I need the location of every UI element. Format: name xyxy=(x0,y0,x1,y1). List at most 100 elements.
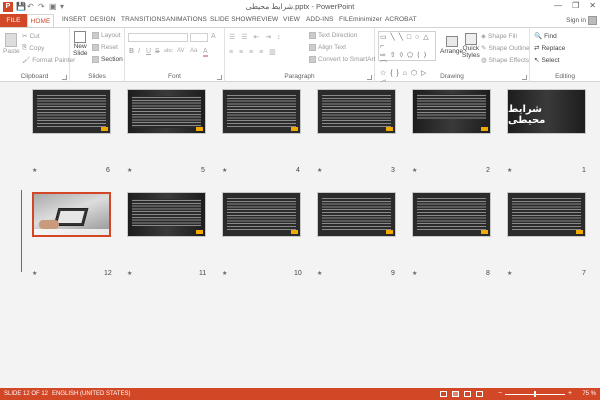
align-text-button[interactable]: Align Text xyxy=(309,44,346,51)
slide-thumbnail-1[interactable]: شرایط محیطی xyxy=(507,89,586,134)
clipboard-label: Clipboard xyxy=(20,73,49,80)
paragraph-label: Paragraph xyxy=(284,73,315,80)
sign-in-link[interactable]: Sign in xyxy=(566,17,586,24)
arrange-button[interactable]: Arrange xyxy=(440,36,463,55)
bold-button[interactable]: B xyxy=(129,48,134,55)
slide-number-9: 9 xyxy=(391,270,395,277)
slides-label: Slides xyxy=(88,73,106,80)
status-bar: SLIDE 12 OF 12 ENGLISH (UNITED STATES) −… xyxy=(0,388,600,400)
slide-show-view-icon[interactable] xyxy=(476,391,483,397)
zoom-slider-thumb[interactable] xyxy=(534,391,536,397)
slide-thumbnail-9[interactable] xyxy=(317,192,396,237)
cut-button[interactable]: ✂ Cut xyxy=(22,32,40,41)
quick-styles-button[interactable]: Quick Styles xyxy=(462,33,480,59)
font-size-combo[interactable] xyxy=(190,33,208,42)
tab-add-ins[interactable]: ADD-INS xyxy=(306,16,333,23)
slide-thumbnail-3[interactable] xyxy=(317,89,396,134)
strikethrough-button[interactable]: S xyxy=(155,48,160,55)
language-indicator[interactable]: ENGLISH (UNITED STATES) xyxy=(52,391,130,397)
change-case-button[interactable]: Aa xyxy=(190,48,197,54)
character-spacing-button[interactable]: AV xyxy=(177,48,185,54)
copy-button[interactable]: ⎘ Copy xyxy=(22,44,44,52)
slide-thumbnail-8[interactable] xyxy=(412,192,491,237)
list-buttons[interactable]: ☰ ☰ ⇤ ⇥ ↕ xyxy=(229,33,283,41)
transition-marker-10: ★ xyxy=(222,271,228,277)
slide-logo-icon xyxy=(386,127,393,131)
restore-button[interactable]: ❐ xyxy=(572,1,579,10)
format-painter-button[interactable]: 🖌 Format Painter xyxy=(22,56,76,65)
transition-marker-7: ★ xyxy=(507,271,513,277)
section-button[interactable]: Section xyxy=(92,56,123,63)
tab-slide-show[interactable]: SLIDE SHOW xyxy=(210,16,252,23)
paste-button[interactable]: Paste xyxy=(3,33,20,55)
transition-marker-5: ★ xyxy=(127,168,133,174)
close-button[interactable]: ✕ xyxy=(589,1,596,10)
shape-effects-button[interactable]: ◍ Shape Effects xyxy=(481,56,529,65)
select-button[interactable]: ↖ Select xyxy=(534,56,560,65)
drawing-dialog-launcher[interactable] xyxy=(522,75,527,80)
tab-acrobat[interactable]: ACROBAT xyxy=(385,16,417,23)
tab-home[interactable]: HOME xyxy=(27,14,54,27)
clipboard-group: Paste ✂ Cut ⎘ Copy 🖌 Format Painter Clipboa… xyxy=(0,28,75,82)
slide-thumbnail-12[interactable] xyxy=(32,192,111,237)
paragraph-dialog-launcher[interactable] xyxy=(367,75,372,80)
paste-label: Paste xyxy=(3,48,20,55)
new-slide-button[interactable]: New Slide xyxy=(73,31,87,57)
reading-view-icon[interactable] xyxy=(464,391,471,397)
slide-number-4: 4 xyxy=(296,167,300,174)
underline-button[interactable]: U xyxy=(146,48,151,55)
tab-view[interactable]: VIEW xyxy=(283,16,300,23)
new-slide-icon xyxy=(74,31,87,43)
text-direction-label: Text Direction xyxy=(318,32,358,39)
tab-transitions[interactable]: TRANSITIONS xyxy=(121,16,166,23)
reset-button[interactable]: Reset xyxy=(92,44,118,51)
slide-thumbnail-4[interactable] xyxy=(222,89,301,134)
zoom-in-button[interactable]: + xyxy=(568,390,572,397)
zoom-out-button[interactable]: − xyxy=(498,390,502,397)
account-avatar[interactable] xyxy=(588,16,597,25)
slide-thumbnail-2[interactable] xyxy=(412,89,491,134)
tab-design[interactable]: DESIGN xyxy=(90,16,116,23)
text-direction-button[interactable]: Text Direction xyxy=(309,32,357,39)
slide-thumbnail-5[interactable] xyxy=(127,89,206,134)
font-group: A B I U S abc AV Aa A Font xyxy=(125,28,225,82)
pencil-icon: ✎ xyxy=(481,45,487,52)
font-dialog-launcher[interactable] xyxy=(217,75,222,80)
slide-sorter-view-icon[interactable] xyxy=(452,391,459,397)
shadow-button[interactable]: abc xyxy=(164,48,173,54)
tab-insert[interactable]: INSERT xyxy=(62,16,86,23)
replace-button[interactable]: ⇄ Replace xyxy=(534,44,565,53)
italic-button[interactable]: I xyxy=(138,48,140,55)
slide-thumbnail-11[interactable] xyxy=(127,192,206,237)
smartart-label: Convert to SmartArt xyxy=(318,56,376,63)
slide-thumbnail-7[interactable] xyxy=(507,192,586,237)
tab-file[interactable]: FILE xyxy=(0,14,27,27)
minimize-button[interactable]: — xyxy=(554,1,562,10)
slide-thumbnail-6[interactable] xyxy=(32,89,111,134)
slide-number-10: 10 xyxy=(294,270,302,277)
slide-logo-icon xyxy=(386,230,393,234)
alignment-buttons[interactable]: ≡ ≡ ≡ ≡ ▥ xyxy=(229,48,278,56)
grow-font-icon[interactable]: A xyxy=(211,33,216,40)
transition-marker-6: ★ xyxy=(32,168,38,174)
font-name-combo[interactable] xyxy=(128,33,188,42)
slide-thumbnail-10[interactable] xyxy=(222,192,301,237)
slide-number-7: 7 xyxy=(582,270,586,277)
shapes-gallery[interactable]: ▭ ╲ ╲ □ ○ △ ⌐⇨ ⇧ ◊ ⬠ ⟨ ⟩ ⌒☆ { } ⌂ ⬡ ▷ ◁ xyxy=(378,31,436,86)
shape-fill-button[interactable]: ◈ Shape Fill xyxy=(481,32,517,41)
tab-animations[interactable]: ANIMATIONS xyxy=(166,16,207,23)
shape-outline-button[interactable]: ✎ Shape Outline xyxy=(481,44,530,53)
slide-logo-icon xyxy=(481,230,488,234)
normal-view-icon[interactable] xyxy=(440,391,447,397)
tab-review[interactable]: REVIEW xyxy=(252,16,278,23)
slide-number-8: 8 xyxy=(486,270,490,277)
convert-smartart-button[interactable]: Convert to SmartArt xyxy=(309,56,375,63)
copy-label: Copy xyxy=(29,44,45,52)
find-button[interactable]: 🔍 Find xyxy=(534,32,557,41)
zoom-level[interactable]: 75 % xyxy=(582,391,596,397)
tab-fileminimizer[interactable]: FILEminimizer xyxy=(339,16,382,23)
font-color-button[interactable]: A xyxy=(203,48,208,57)
format-painter-label: Format Painter xyxy=(32,56,76,64)
layout-button[interactable]: Layout xyxy=(92,32,121,39)
clipboard-dialog-launcher[interactable] xyxy=(62,75,67,80)
